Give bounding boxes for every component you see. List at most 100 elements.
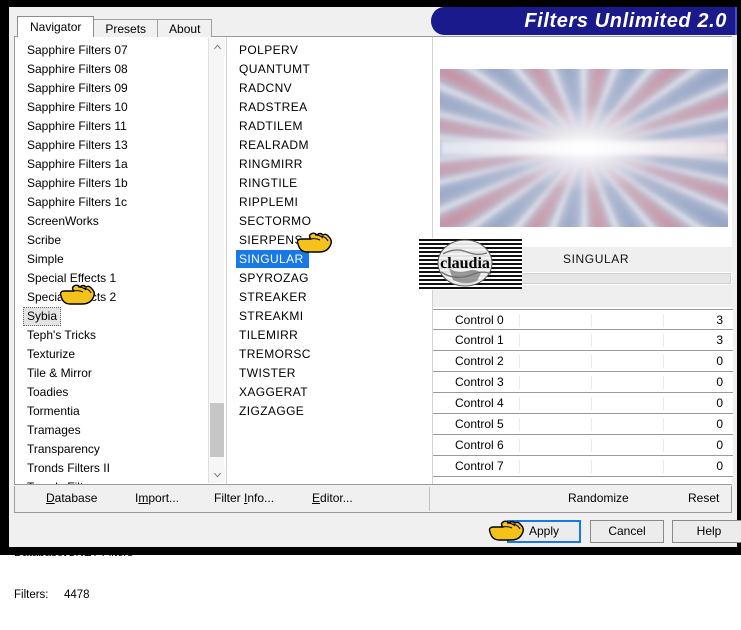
scroll-down-arrow-icon[interactable]: [209, 466, 225, 483]
filter-name-row[interactable]: RADTILEM: [236, 117, 431, 136]
filter-name-item[interactable]: POLPERV: [236, 41, 303, 59]
scroll-up-arrow-icon[interactable]: [209, 38, 225, 55]
filter-name-item[interactable]: TWISTER: [236, 364, 301, 382]
filter-name-row[interactable]: SIERPENS: [236, 231, 431, 250]
filter-group-item[interactable]: Toadies: [23, 383, 68, 402]
filter-name-item[interactable]: RADSTREA: [236, 98, 313, 116]
filter-group-row[interactable]: Scribe: [23, 231, 225, 250]
filter-name-item[interactable]: RINGMIRR: [236, 155, 308, 173]
reset-button[interactable]: Reset: [688, 491, 719, 505]
filter-name-item[interactable]: TILEMIRR: [236, 326, 303, 344]
filter-name-item[interactable]: REALRADM: [236, 136, 314, 154]
filter-group-item[interactable]: Sapphire Filters 07: [23, 41, 128, 60]
filter-name-row[interactable]: QUANTUMT: [236, 60, 431, 79]
filter-group-row[interactable]: Sapphire Filters 09: [23, 79, 225, 98]
filter-group-row[interactable]: Sapphire Filters 10: [23, 98, 225, 117]
filter-group-scrollbar[interactable]: [208, 38, 225, 483]
filter-group-row[interactable]: Texturize: [23, 345, 225, 364]
database-button[interactable]: Database: [46, 491, 97, 505]
filter-group-item[interactable]: Scribe: [23, 231, 61, 250]
filter-group-item[interactable]: Sapphire Filters 10: [23, 98, 128, 117]
help-button[interactable]: Help: [672, 520, 741, 543]
filter-name-item[interactable]: XAGGERAT: [236, 383, 313, 401]
filter-group-item[interactable]: Texturize: [23, 345, 75, 364]
filter-control-row[interactable]: Control 5 0: [433, 414, 733, 435]
cancel-button[interactable]: Cancel: [590, 520, 664, 543]
filter-group-row[interactable]: Sapphire Filters 1c: [23, 193, 225, 212]
filter-control-row[interactable]: Control 0 3: [433, 309, 733, 330]
filter-name-row[interactable]: SINGULAR: [236, 250, 431, 269]
filter-group-row[interactable]: Tramages: [23, 421, 225, 440]
filter-name-row[interactable]: RINGTILE: [236, 174, 431, 193]
filter-group-item[interactable]: Sapphire Filters 09: [23, 79, 128, 98]
filter-name-row[interactable]: SPYROZAG: [236, 269, 431, 288]
editor-button[interactable]: Editor...: [312, 491, 353, 505]
filter-group-row[interactable]: Teph's Tricks: [23, 326, 225, 345]
filter-group-item[interactable]: Sapphire Filters 13: [23, 136, 128, 155]
filter-control-row[interactable]: Control 4 0: [433, 393, 733, 414]
filter-group-item[interactable]: Sapphire Filters 1c: [23, 193, 127, 212]
filter-name-row[interactable]: TILEMIRR: [236, 326, 431, 345]
filter-name-item[interactable]: RIPPLEMI: [236, 193, 303, 211]
filter-name-list[interactable]: POLPERV QUANTUMT RADCNV RADSTREA RADTILEM REA…: [226, 37, 431, 484]
filter-group-row[interactable]: Tronds Filters: [23, 478, 225, 484]
filter-name-item[interactable]: STREAKMI: [236, 307, 309, 325]
filter-name-row[interactable]: TREMORSC: [236, 345, 431, 364]
filter-name-item[interactable]: ZIGZAGGE: [236, 402, 309, 420]
filter-group-item[interactable]: Teph's Tricks: [23, 326, 96, 345]
filter-name-row[interactable]: XAGGERAT: [236, 383, 431, 402]
filter-name-row[interactable]: REALRADM: [236, 136, 431, 155]
filter-group-item[interactable]: Tronds Filters: [23, 478, 100, 484]
filter-group-item[interactable]: Tronds Filters II: [23, 459, 110, 478]
filter-group-row[interactable]: Simple: [23, 250, 225, 269]
filter-group-row[interactable]: Toadies: [23, 383, 225, 402]
filter-group-row[interactable]: Sapphire Filters 1a: [23, 155, 225, 174]
filter-control-row[interactable]: Control 1 3: [433, 330, 733, 351]
filter-control-row[interactable]: Control 7 0: [433, 456, 733, 477]
tab-presets[interactable]: Presets: [93, 19, 159, 37]
filter-name-row[interactable]: RINGMIRR: [236, 155, 431, 174]
filter-group-row[interactable]: Sapphire Filters 1b: [23, 174, 225, 193]
randomize-button[interactable]: Randomize: [568, 491, 629, 505]
filter-name-item[interactable]: TREMORSC: [236, 345, 316, 363]
filter-name-item[interactable]: STREAKER: [236, 288, 312, 306]
filter-group-item[interactable]: Tramages: [23, 421, 81, 440]
filter-group-list[interactable]: Sapphire Filters 07 Sapphire Filters 08 Sa…: [15, 37, 225, 484]
filter-group-item[interactable]: ScreenWorks: [23, 212, 99, 231]
filter-name-item[interactable]: RADCNV: [236, 79, 297, 97]
filter-group-row[interactable]: Sapphire Filters 08: [23, 60, 225, 79]
filter-group-item[interactable]: Sapphire Filters 08: [23, 60, 128, 79]
filter-name-row[interactable]: STREAKER: [236, 288, 431, 307]
import-button[interactable]: Import...: [135, 491, 179, 505]
filter-group-row[interactable]: Sybia: [23, 307, 225, 326]
filter-info-button[interactable]: Filter Info...: [214, 491, 274, 505]
filter-group-row[interactable]: Sapphire Filters 11: [23, 117, 225, 136]
filter-group-row[interactable]: Tronds Filters II: [23, 459, 225, 478]
filter-group-item[interactable]: Simple: [23, 250, 64, 269]
filter-name-item[interactable]: SECTORMO: [236, 212, 316, 230]
filter-group-row[interactable]: Special Effects 2: [23, 288, 225, 307]
filter-group-item[interactable]: Sybia: [23, 307, 62, 326]
filter-control-row[interactable]: Control 6 0: [433, 435, 733, 456]
filter-group-row[interactable]: ScreenWorks: [23, 212, 225, 231]
filter-name-item[interactable]: SPYROZAG: [236, 269, 314, 287]
filter-name-row[interactable]: TWISTER: [236, 364, 431, 383]
filter-name-row[interactable]: RADCNV: [236, 79, 431, 98]
filter-name-row[interactable]: ZIGZAGGE: [236, 402, 431, 421]
filter-control-row[interactable]: Control 2 0: [433, 351, 733, 372]
filter-name-item[interactable]: SINGULAR: [236, 250, 309, 268]
filter-group-item[interactable]: Sapphire Filters 1a: [23, 155, 128, 174]
filter-name-item[interactable]: RINGTILE: [236, 174, 303, 192]
filter-name-row[interactable]: RIPPLEMI: [236, 193, 431, 212]
filter-group-row[interactable]: Special Effects 1: [23, 269, 225, 288]
filter-name-item[interactable]: RADTILEM: [236, 117, 308, 135]
tab-about[interactable]: About: [157, 19, 213, 37]
filter-name-row[interactable]: STREAKMI: [236, 307, 431, 326]
filter-name-row[interactable]: POLPERV: [236, 41, 431, 60]
filter-group-row[interactable]: Tormentia: [23, 402, 225, 421]
filter-group-item[interactable]: Sapphire Filters 11: [23, 117, 127, 136]
filter-group-item[interactable]: Sapphire Filters 1b: [23, 174, 128, 193]
tab-navigator[interactable]: Navigator: [17, 16, 95, 37]
filter-group-row[interactable]: Transparency: [23, 440, 225, 459]
filter-group-item[interactable]: Special Effects 1: [23, 269, 116, 288]
